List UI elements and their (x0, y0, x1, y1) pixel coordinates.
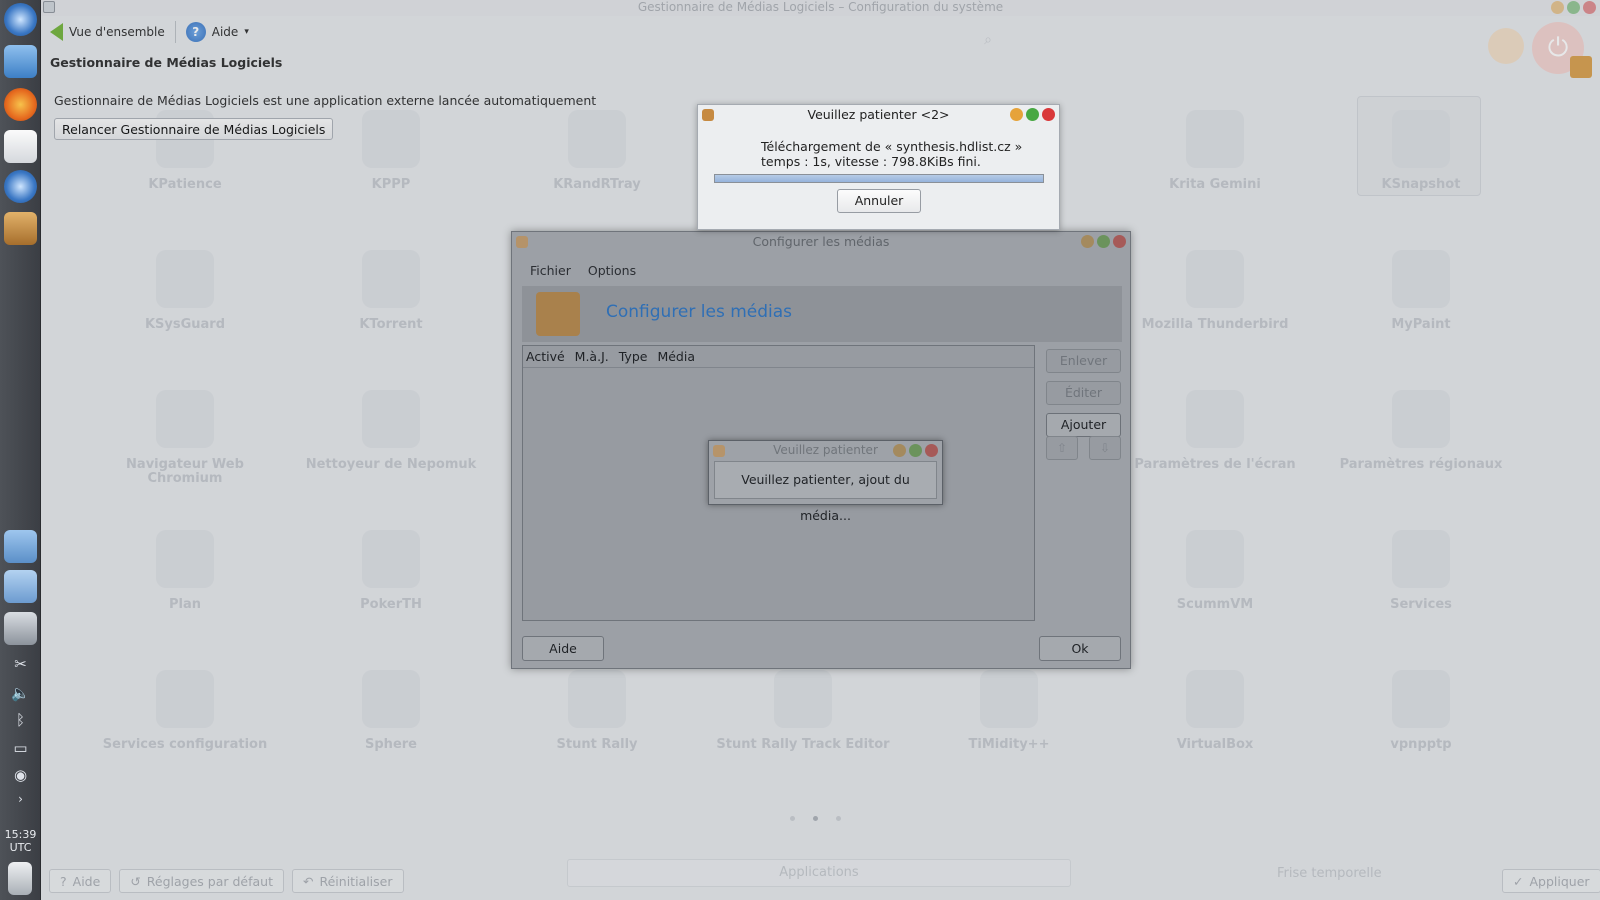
mail-icon[interactable] (4, 130, 37, 163)
download-speed-line: temps : 1s, vitesse : 798.8KiBs fini. (761, 154, 981, 169)
column-type[interactable]: Type (619, 346, 648, 367)
tools-icon[interactable]: ✂ (0, 655, 41, 673)
file-manager-icon[interactable] (4, 45, 37, 78)
menu-options[interactable]: Options (588, 263, 636, 278)
window-switcher-icon[interactable] (4, 570, 37, 603)
column-update[interactable]: M.à.J. (575, 346, 609, 367)
progress-fill (715, 175, 1043, 182)
settings-icon[interactable] (4, 612, 37, 645)
close-icon[interactable] (925, 444, 938, 457)
config-help-button[interactable]: Aide (522, 636, 604, 661)
configure-window-controls (1081, 235, 1126, 248)
clock-timezone: UTC (9, 841, 32, 854)
configure-media-title: Configurer les médias (752, 234, 890, 249)
maximize-icon[interactable] (1026, 108, 1039, 121)
maximize-icon[interactable] (909, 444, 922, 457)
download-dialog-title: Veuillez patienter <2> (807, 107, 950, 122)
menu-file[interactable]: Fichier (530, 263, 571, 278)
configure-menubar: Fichier Options (530, 263, 636, 278)
arrow-down-icon: ⇩ (1099, 441, 1111, 455)
taskbar: ✂ 🔈 ᛒ ▭ ◉ › 15:39 UTC (0, 0, 41, 900)
arrow-up-icon: ⇧ (1056, 441, 1068, 455)
clock-time: 15:39 (4, 828, 37, 841)
minimize-icon[interactable] (893, 444, 906, 457)
wait-dialog-titlebar[interactable]: Veuillez patienter (709, 441, 942, 460)
window-app-icon (713, 445, 725, 457)
configure-media-titlebar[interactable]: Configurer les médias (512, 232, 1130, 252)
move-up-button[interactable]: ⇧ (1046, 436, 1078, 460)
download-dialog-controls (1010, 108, 1055, 121)
maximize-icon[interactable] (1097, 235, 1110, 248)
add-button[interactable]: Ajouter (1046, 413, 1121, 437)
browser-icon[interactable] (4, 170, 37, 203)
move-down-button[interactable]: ⇩ (1089, 436, 1121, 460)
network-icon[interactable]: ◉ (0, 766, 41, 784)
package-manager-icon[interactable] (4, 212, 37, 245)
download-dialog-titlebar[interactable]: Veuillez patienter <2> (698, 105, 1059, 125)
close-icon[interactable] (1113, 235, 1126, 248)
wait-dialog-message: Veuillez patienter, ajout du média... (714, 461, 937, 523)
cancel-button[interactable]: Annuler (837, 189, 921, 213)
expand-tray-icon[interactable]: › (0, 792, 41, 806)
wait-dialog-title: Veuillez patienter (773, 443, 878, 457)
column-media[interactable]: Média (657, 346, 695, 367)
download-file-line: Téléchargement de « synthesis.hdlist.cz … (761, 139, 1023, 154)
download-status: Téléchargement de « synthesis.hdlist.cz … (761, 139, 1022, 169)
bluetooth-icon[interactable]: ᛒ (0, 711, 41, 729)
wait-dialog: Veuillez patienter Veuillez patienter, a… (708, 440, 943, 523)
desktop-icon[interactable] (4, 530, 37, 563)
configure-banner-title: Configurer les médias (606, 302, 793, 322)
window-app-icon (516, 236, 528, 248)
remove-button[interactable]: Enlever (1046, 349, 1121, 373)
clipboard-icon[interactable]: ▭ (0, 739, 41, 757)
config-ok-button[interactable]: Ok (1039, 636, 1121, 661)
configure-banner: Configurer les médias (522, 286, 1122, 342)
media-table-header: Activé M.à.J. Type Média (523, 346, 1034, 368)
edit-button[interactable]: Éditer (1046, 381, 1121, 405)
volume-icon[interactable]: 🔈 (0, 684, 41, 702)
download-progress-bar (714, 174, 1044, 183)
download-dialog: Veuillez patienter <2> Téléchargement de… (697, 104, 1060, 230)
minimize-icon[interactable] (1081, 235, 1094, 248)
column-enabled[interactable]: Activé (526, 346, 565, 367)
trash-icon[interactable] (8, 862, 32, 895)
rpm-package-icon (536, 292, 580, 336)
window-app-icon (702, 109, 714, 121)
rosa-launcher-icon[interactable] (4, 3, 37, 36)
wait-dialog-controls (893, 444, 938, 457)
minimize-icon[interactable] (1010, 108, 1023, 121)
clock[interactable]: 15:39 UTC (0, 828, 41, 854)
close-icon[interactable] (1042, 108, 1055, 121)
firefox-icon[interactable] (4, 88, 37, 121)
